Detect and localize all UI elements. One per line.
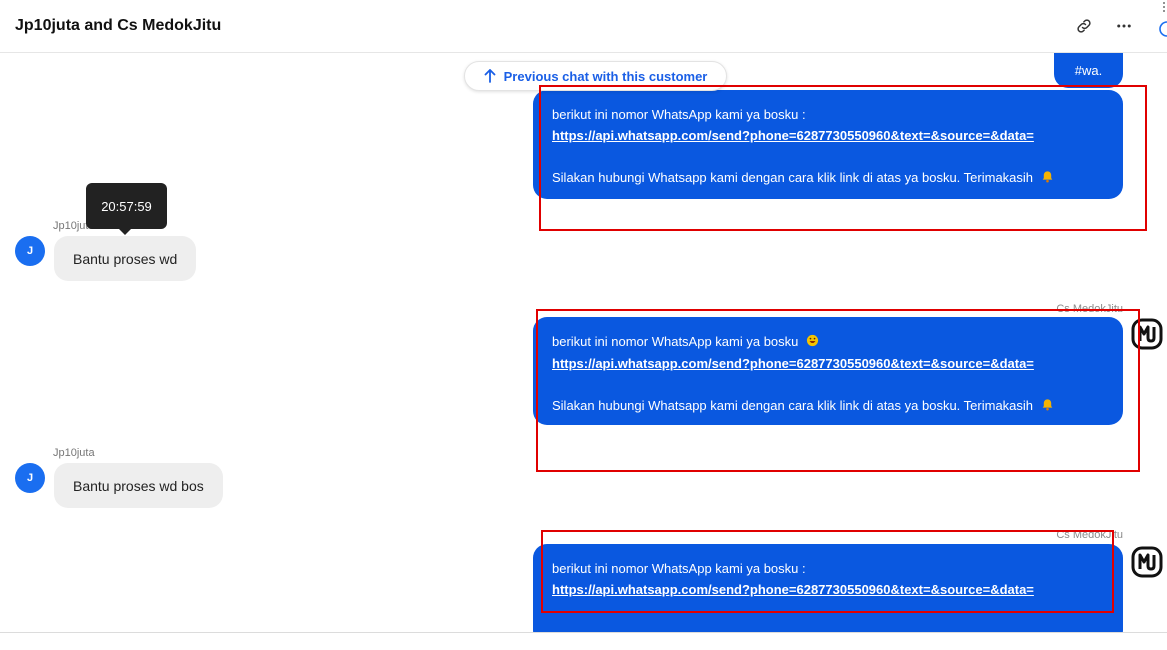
chat-header: Jp10juta and Cs MedokJitu [0,0,1167,53]
laughing-emoji-icon [806,332,819,353]
bell-emoji-icon [1041,168,1054,189]
previous-chat-label: Previous chat with this customer [503,68,708,84]
agent-message-2: berikut ini nomor WhatsApp kami ya bosku… [533,317,1123,425]
customer-avatar: J [15,463,45,493]
agent-avatar-logo [1131,318,1163,350]
customer-message-text: Bantu proses wd bos [73,477,204,494]
chat-conversation[interactable]: Previous chat with this customer #wa. be… [0,53,1167,632]
arrow-up-icon [484,69,496,83]
whatsapp-link[interactable]: https://api.whatsapp.com/send?phone=6287… [552,128,1034,143]
composer-divider [0,632,1167,633]
customer-avatar: J [15,236,45,266]
agent-message-wa: #wa. [1054,53,1123,88]
previous-chat-button[interactable]: Previous chat with this customer [464,61,727,91]
more-icon[interactable] [1112,14,1136,38]
customer-message-1: Bantu proses wd [54,236,197,281]
customer-message-text: Bantu proses wd [73,250,178,267]
agent-avatar-logo [1131,546,1163,578]
info-icon[interactable] [1157,0,1167,40]
agent-message-1: berikut ini nomor WhatsApp kami ya bosku… [533,90,1123,199]
message-line: berikut ini nomor WhatsApp kami ya bosku [552,334,799,349]
message-line: berikut ini nomor WhatsApp kami ya bosku… [552,561,806,576]
message-line: Silakan hubungi Whatsapp kami dengan car… [552,398,1034,414]
customer-message-2: Bantu proses wd bos [54,463,223,508]
customer-name: Jp10juta [53,447,95,459]
agent-name: Cs MedokJitu [1056,529,1123,541]
agent-message-3: berikut ini nomor WhatsApp kami ya bosku… [533,544,1123,632]
agent-name: Cs MedokJitu [1056,303,1123,315]
whatsapp-link[interactable]: https://api.whatsapp.com/send?phone=6287… [552,356,1034,371]
chat-title: Jp10juta and Cs MedokJitu [15,17,222,34]
whatsapp-link[interactable]: https://api.whatsapp.com/send?phone=6287… [552,582,1034,597]
wa-text: #wa. [1074,63,1103,78]
message-line: berikut ini nomor WhatsApp kami ya bosku… [552,107,806,122]
tooltip-time: 20:57:59 [101,198,152,214]
link-icon[interactable] [1072,14,1096,38]
timestamp-tooltip: 20:57:59 [86,183,167,235]
bell-emoji-icon [1041,396,1054,417]
message-line: Silakan hubungi Whatsapp kami dengan car… [552,170,1034,185]
